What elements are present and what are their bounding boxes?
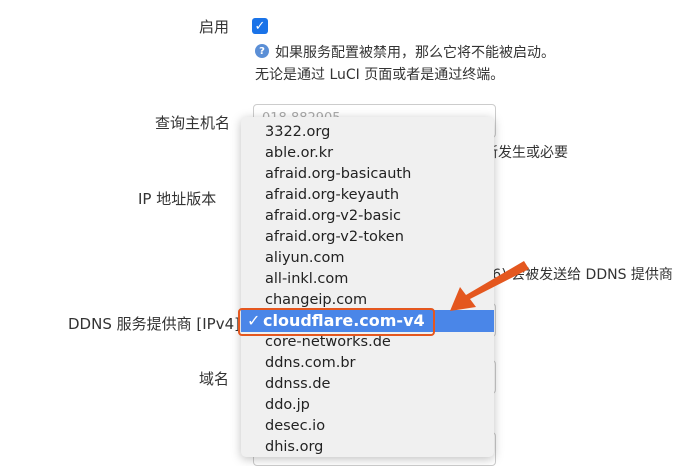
provider-label: DDNS 服务提供商 [IPv4] <box>68 315 240 333</box>
enable-label: 启用 <box>199 18 230 36</box>
dropdown-option[interactable]: afraid.org-v2-basic <box>241 206 494 227</box>
dropdown-option[interactable]: able.or.kr <box>241 143 494 164</box>
dropdown-option[interactable]: ddnss.de <box>241 374 494 395</box>
dropdown-option[interactable]: 3322.org <box>241 122 494 143</box>
enable-hint-line1: 如果服务配置被禁用，那么它将不能被启动。 <box>275 45 555 61</box>
check-icon: ✓ <box>254 18 266 34</box>
lookup-host-label: 查询主机名 <box>155 114 231 132</box>
dropdown-option[interactable]: afraid.org-keyauth <box>241 185 494 206</box>
help-icon: ? <box>255 44 269 58</box>
annotation-arrow-icon <box>450 261 529 311</box>
dropdown-option[interactable]: ddo.jp <box>241 395 494 416</box>
dropdown-option[interactable]: ddns.com.br <box>241 353 494 374</box>
dropdown-option[interactable]: dhis.org <box>241 437 494 457</box>
annotation-highlight-box <box>238 308 435 336</box>
domain-label: 域名 <box>199 370 230 388</box>
ip-version-label: IP 地址版本 <box>138 190 217 208</box>
dropdown-option[interactable]: desec.io <box>241 416 494 437</box>
enable-hint-line2: 无论是通过 LuCI 页面或者是通过终端。 <box>255 67 505 83</box>
dropdown-option[interactable]: afraid.org-basicauth <box>241 164 494 185</box>
enable-checkbox[interactable]: ✓ <box>252 18 268 34</box>
dropdown-option[interactable]: afraid.org-v2-token <box>241 227 494 248</box>
lookup-hint: 新发生或必要 <box>484 145 568 161</box>
